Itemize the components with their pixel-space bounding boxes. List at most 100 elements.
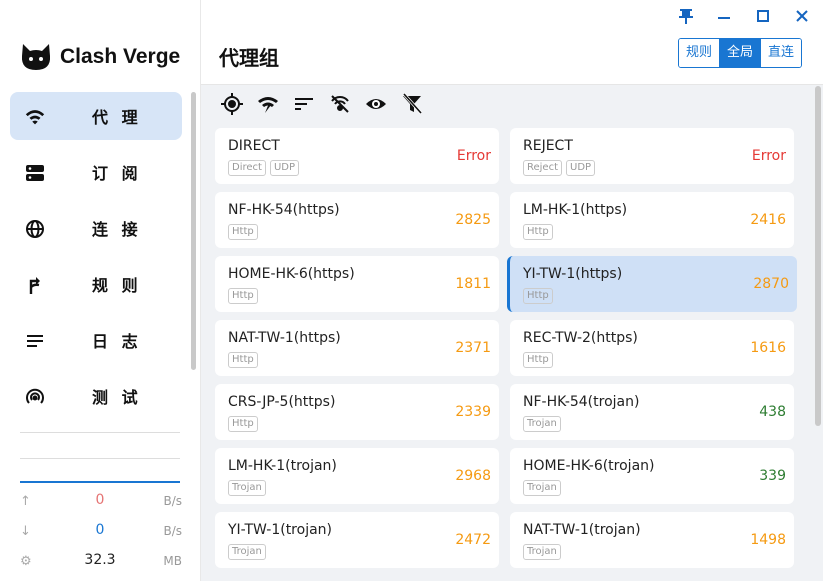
proxy-tags: Http: [523, 224, 557, 240]
minimize-icon[interactable]: [713, 8, 735, 28]
proxy-toolbar: [221, 92, 437, 116]
server-icon: [24, 162, 46, 184]
proxy-delay[interactable]: 2339: [455, 404, 491, 420]
proxy-delay[interactable]: 2472: [455, 532, 491, 548]
proxy-tags: Direct UDP: [228, 160, 303, 176]
proxy-delay[interactable]: 1616: [750, 340, 786, 356]
proxy-name: LM-HK-1(https): [523, 202, 628, 218]
proxy-card[interactable]: REC-TW-2(https) Http 1616: [510, 320, 794, 376]
proxy-type-tag: Trojan: [228, 480, 266, 496]
maximize-icon[interactable]: [752, 8, 774, 28]
sidebar-item-connections[interactable]: 连 接: [10, 204, 182, 252]
proxy-card[interactable]: DIRECT Direct UDP Error: [215, 128, 499, 184]
proxy-type-tag: Trojan: [228, 544, 266, 560]
sidebar-item-label: 测 试: [92, 388, 142, 407]
proxy-type-tag: Trojan: [523, 416, 561, 432]
traffic-graph-baseline: [20, 481, 180, 483]
proxy-type-tag: Http: [523, 288, 553, 304]
mode-global-button[interactable]: 全局: [718, 39, 760, 67]
arrow-down-icon: ↓: [20, 524, 31, 539]
proxy-card[interactable]: CRS-JP-5(https) Http 2339: [215, 384, 499, 440]
eye-icon[interactable]: [365, 93, 387, 115]
proxy-type-tag: Reject: [523, 160, 563, 176]
proxy-card[interactable]: YI-TW-1(https) Http 2870: [507, 256, 797, 312]
mode-direct-button[interactable]: 直连: [759, 39, 801, 67]
header: 代理组 规则 全局 直连: [201, 0, 823, 85]
sidebar-item-logs[interactable]: 日 志: [10, 316, 182, 364]
proxy-delay[interactable]: 2825: [455, 212, 491, 228]
sidebar-nav: 代 理 订 阅 连 接 规 则 日 志 测 试: [10, 92, 182, 428]
proxy-name: YI-TW-1(https): [523, 266, 623, 282]
proxy-card[interactable]: HOME-HK-6(trojan) Trojan 339: [510, 448, 794, 504]
proxy-card[interactable]: YI-TW-1(trojan) Trojan 2472: [215, 512, 499, 568]
arrow-up-icon: ↑: [20, 494, 31, 509]
content-scrollbar[interactable]: [815, 86, 821, 426]
proxy-tags: Trojan: [228, 544, 270, 560]
proxy-name: REC-TW-2(https): [523, 330, 638, 346]
proxy-delay[interactable]: Error: [457, 148, 491, 164]
proxy-delay[interactable]: 438: [759, 404, 786, 420]
proxy-name: CRS-JP-5(https): [228, 394, 336, 410]
memory-value: 32.3: [84, 552, 116, 568]
proxy-card[interactable]: NAT-TW-1(trojan) Trojan 1498: [510, 512, 794, 568]
memory-chip-icon: ⚙: [20, 554, 32, 569]
proxy-delay[interactable]: Error: [752, 148, 786, 164]
proxy-tags: Trojan: [228, 480, 270, 496]
sidebar-item-proxy[interactable]: 代 理: [10, 92, 182, 140]
proxy-mode-switch: 规则 全局 直连: [677, 38, 802, 68]
proxy-type-tag: Http: [228, 416, 258, 432]
proxy-type-tag: Trojan: [523, 544, 561, 560]
app-name: Clash Verge: [60, 45, 181, 68]
pin-icon[interactable]: [675, 8, 697, 28]
proxy-card[interactable]: NF-HK-54(trojan) Trojan 438: [510, 384, 794, 440]
proxy-type-tag: UDP: [566, 160, 596, 176]
proxy-type-tag: Direct: [228, 160, 266, 176]
proxy-delay[interactable]: 2371: [455, 340, 491, 356]
proxy-name: DIRECT: [228, 138, 280, 154]
proxy-name: HOME-HK-6(https): [228, 266, 355, 282]
proxy-delay[interactable]: 2968: [455, 468, 491, 484]
close-icon[interactable]: [791, 8, 813, 28]
proxy-delay[interactable]: 339: [759, 468, 786, 484]
upload-unit: B/s: [163, 494, 182, 508]
fork-arrow-icon: [24, 274, 46, 296]
proxy-delay[interactable]: 2416: [750, 212, 786, 228]
proxy-delay[interactable]: 1811: [455, 276, 491, 292]
sidebar-item-label: 日 志: [92, 332, 142, 351]
sidebar-scrollbar[interactable]: [191, 92, 196, 370]
proxy-tags: Http: [228, 288, 262, 304]
upload-value: 0: [95, 492, 105, 508]
sidebar-item-label: 订 阅: [92, 164, 142, 183]
sort-icon[interactable]: [293, 93, 315, 115]
download-unit: B/s: [163, 524, 182, 538]
proxy-type-tag: Http: [523, 224, 553, 240]
sidebar-item-label: 连 接: [92, 220, 142, 239]
filter-clear-icon[interactable]: [401, 93, 423, 115]
proxy-name: NAT-TW-1(https): [228, 330, 341, 346]
divider: [20, 458, 180, 459]
sidebar: Clash Verge 代 理 订 阅 连 接 规 则 日 志 测 试 ↑ 0 …: [0, 0, 201, 581]
proxy-card[interactable]: HOME-HK-6(https) Http 1811: [215, 256, 499, 312]
mode-rule-button[interactable]: 规则: [678, 39, 719, 67]
main-panel: 代理组 规则 全局 直连 DIRECT Direct UDP Error REJECT R…: [201, 0, 823, 581]
proxy-card[interactable]: LM-HK-1(trojan) Trojan 2968: [215, 448, 499, 504]
proxy-card[interactable]: NF-HK-54(https) Http 2825: [215, 192, 499, 248]
proxy-card[interactable]: NAT-TW-1(https) Http 2371: [215, 320, 499, 376]
delay-test-icon[interactable]: [257, 93, 279, 115]
page-title: 代理组: [219, 46, 279, 70]
sidebar-item-subscription[interactable]: 订 阅: [10, 148, 182, 196]
memory-unit: MB: [163, 554, 182, 568]
filter-off-icon[interactable]: [329, 93, 351, 115]
proxy-delay[interactable]: 1498: [750, 532, 786, 548]
proxy-delay[interactable]: 2870: [753, 276, 789, 292]
proxy-card[interactable]: REJECT Reject UDP Error: [510, 128, 794, 184]
sidebar-item-rules[interactable]: 规 则: [10, 260, 182, 308]
sidebar-item-label: 代 理: [92, 108, 142, 127]
radar-icon: [24, 386, 46, 408]
proxy-tags: Trojan: [523, 416, 565, 432]
proxy-card[interactable]: LM-HK-1(https) Http 2416: [510, 192, 794, 248]
proxy-name: NAT-TW-1(trojan): [523, 522, 641, 538]
sidebar-item-test[interactable]: 测 试: [10, 372, 182, 420]
locate-icon[interactable]: [221, 93, 243, 115]
divider: [20, 432, 180, 433]
